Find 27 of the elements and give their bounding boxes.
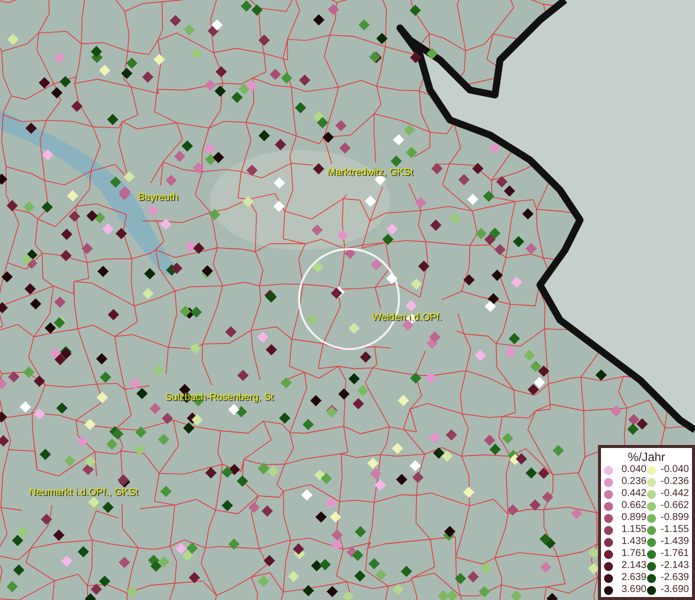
legend-value: 1.761 xyxy=(620,548,646,560)
legend-value: -3.690 xyxy=(660,584,689,596)
place-label: Bayreuth xyxy=(138,192,178,204)
legend-value: -0.442 xyxy=(660,488,689,500)
legend-value: -0.662 xyxy=(660,500,689,512)
legend-value: -1.439 xyxy=(660,536,689,548)
legend-value: -1.761 xyxy=(660,548,689,560)
legend-value: -2.639 xyxy=(660,572,689,584)
legend-value: -0.040 xyxy=(660,464,689,476)
legend-value: 0.040 xyxy=(620,464,646,476)
place-label: Neumarkt i.d.OPf., GKSt xyxy=(29,487,138,499)
legend-value: 0.236 xyxy=(620,476,646,488)
legend-value: 0.899 xyxy=(620,512,646,524)
legend-value: 0.662 xyxy=(620,500,646,512)
legend-value: 1.155 xyxy=(620,524,646,536)
legend-value: -1.155 xyxy=(660,524,689,536)
legend-value: -0.236 xyxy=(660,476,689,488)
legend-value: -2.143 xyxy=(660,560,689,572)
legend-value: 3.690 xyxy=(620,584,646,596)
legend-value: -0.899 xyxy=(660,512,689,524)
place-label: Weiden i.d.OPf. xyxy=(372,312,442,324)
legend-title: %/Jahr xyxy=(626,450,666,464)
place-label: Marktredwitz, GKSt xyxy=(327,167,414,179)
legend-value: 2.639 xyxy=(620,572,646,584)
legend-value: 1.439 xyxy=(620,536,646,548)
legend-value: 2.143 xyxy=(620,560,646,572)
legend-value: 0.442 xyxy=(620,488,646,500)
